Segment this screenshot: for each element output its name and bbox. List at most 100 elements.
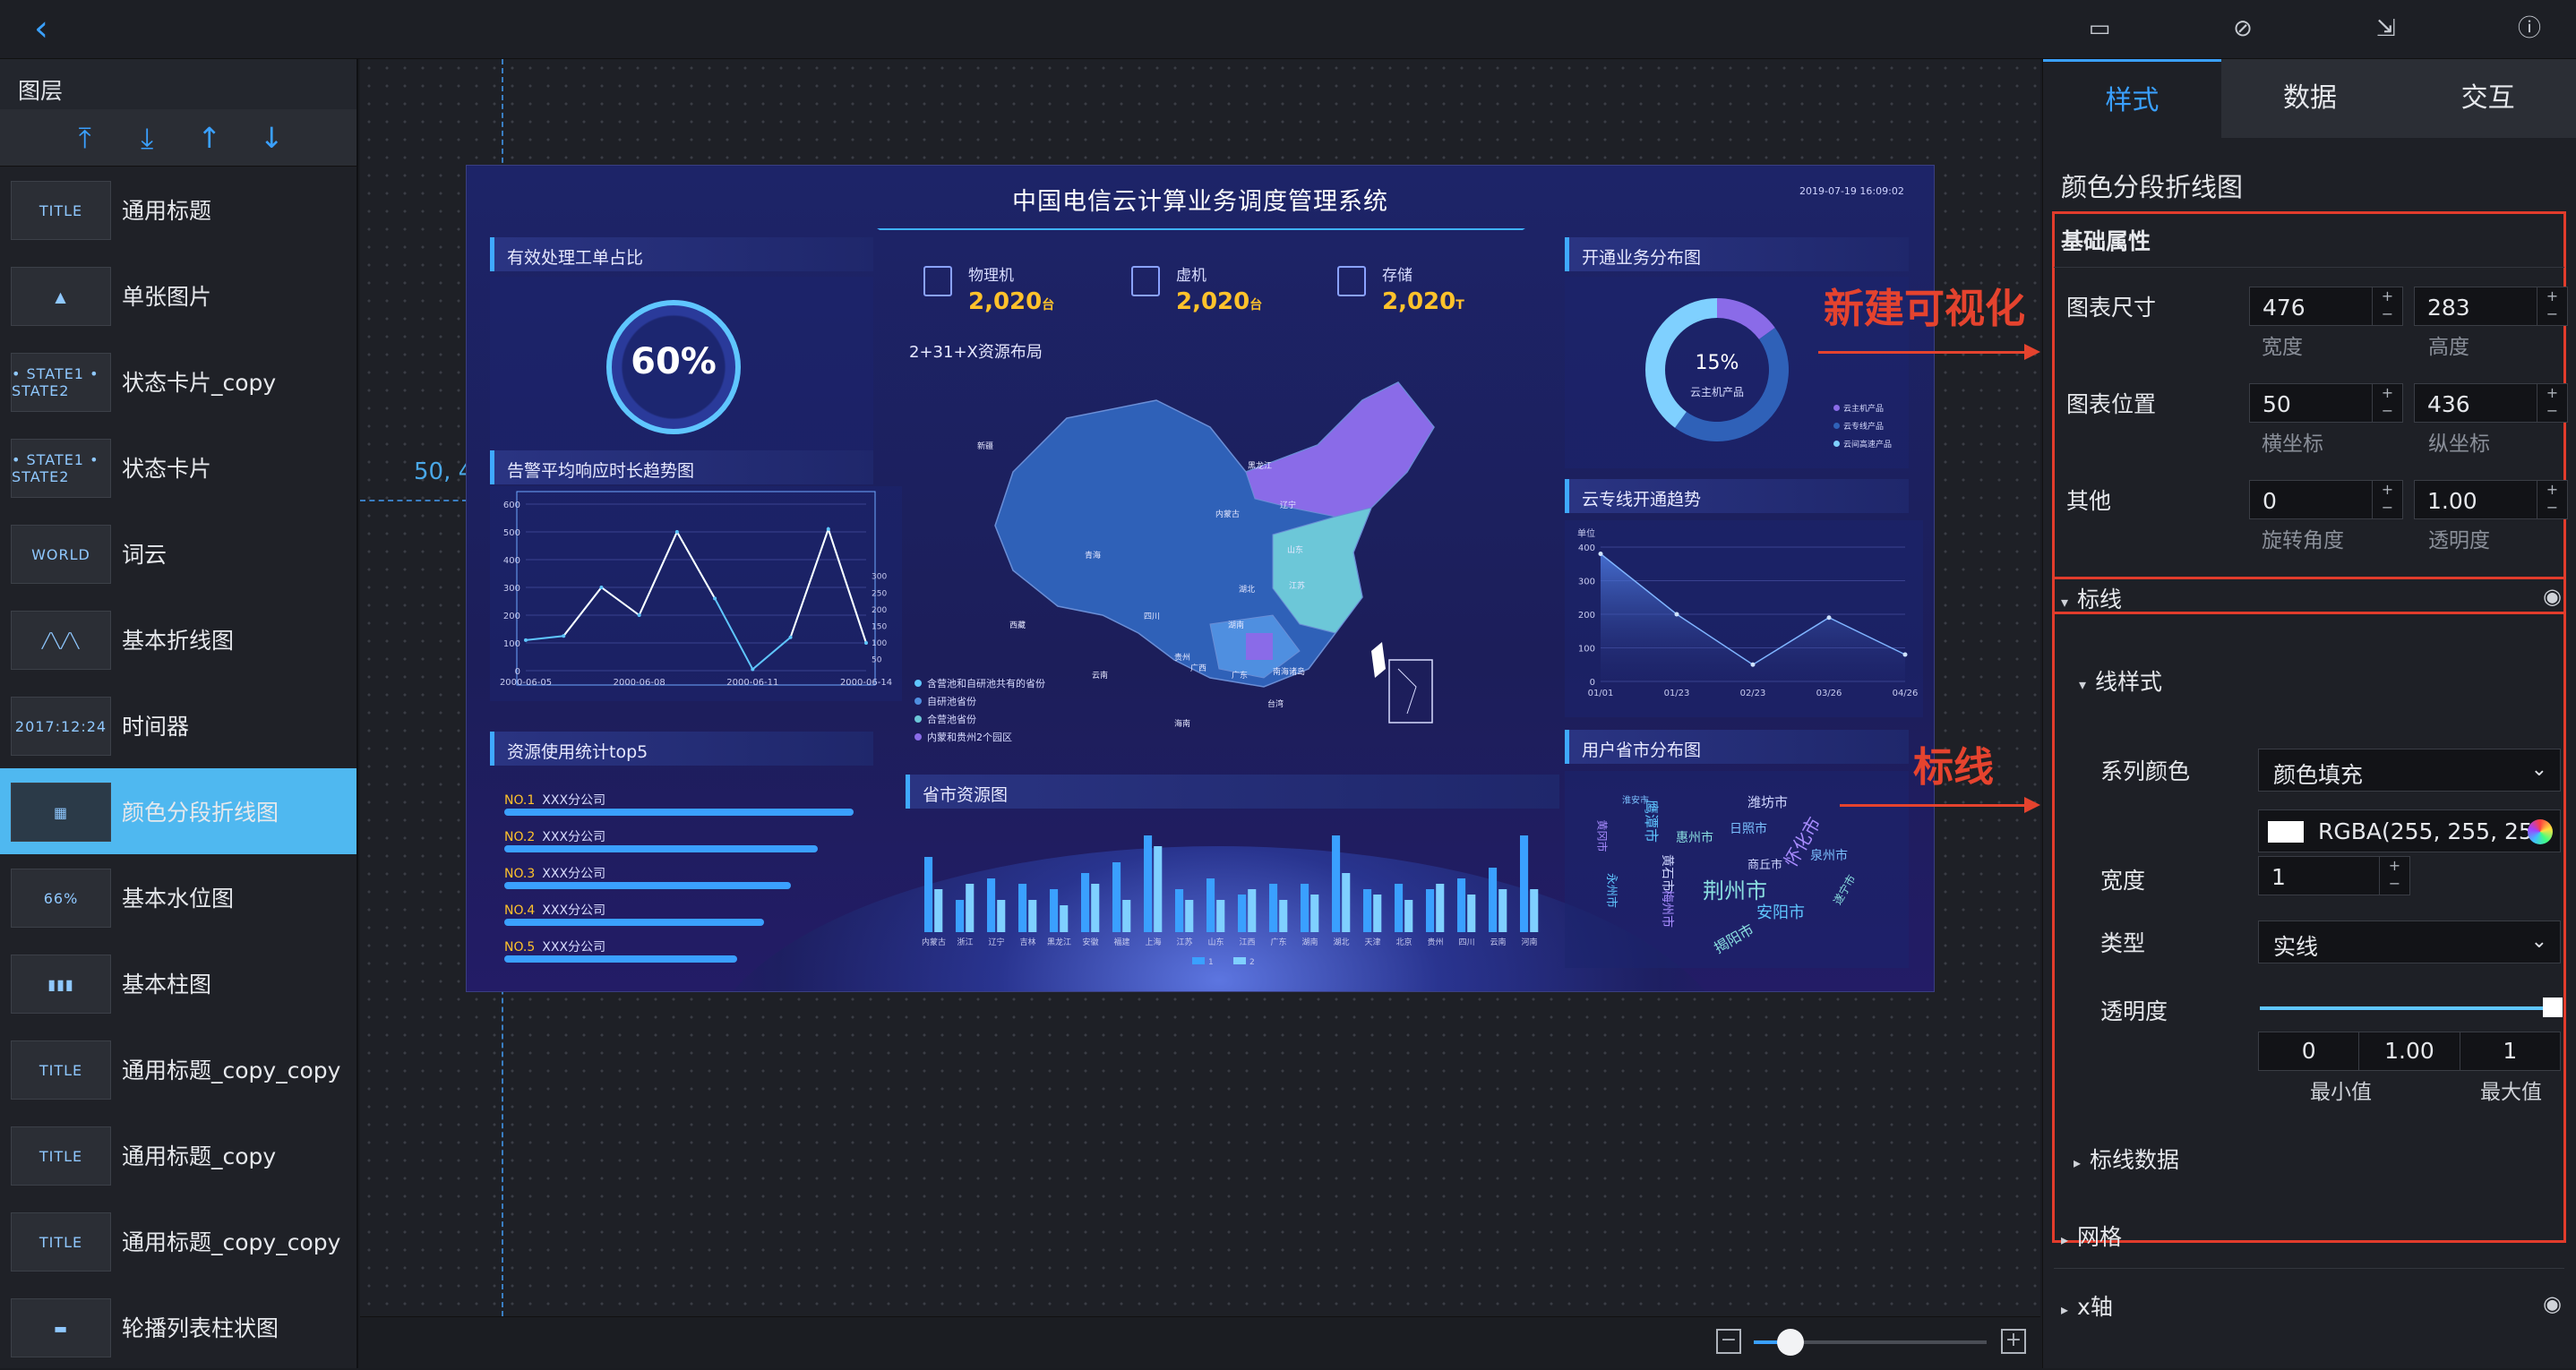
line-style-header[interactable]: ▾ 线样式 <box>2079 664 2162 697</box>
rotate-stepper[interactable]: + − <box>2372 481 2402 518</box>
layer-name: 状态卡片_copy <box>122 370 277 396</box>
layer-name: 基本折线图 <box>122 628 235 654</box>
tab-style[interactable]: 样式 <box>2043 59 2221 138</box>
china-map[interactable] <box>977 364 1443 741</box>
alert-line-chart[interactable]: 600 500 400 300 200 100 0 300 250 200 150 100 50 2000… <box>490 486 902 701</box>
color-picker-field[interactable]: RGBA(255, 255, 25 <box>2258 809 2561 852</box>
x-tick-label: 江西 <box>1239 938 1255 947</box>
rotate-input[interactable]: 0 + − <box>2249 480 2403 519</box>
rank-number: NO.2 <box>504 830 536 844</box>
divider <box>2054 1268 2564 1269</box>
donut-legend-item: 云专线产品 <box>1833 420 1884 432</box>
zoom-out-button[interactable]: − <box>1716 1329 1741 1354</box>
x-value: 50 <box>2263 391 2291 417</box>
y-input[interactable]: 436 + − <box>2414 383 2568 423</box>
layer-item[interactable]: ▲ 单张图片 <box>0 253 356 338</box>
line-point <box>562 634 566 638</box>
layer-thumbnail: ▬ <box>11 1298 111 1357</box>
opacity-stepper[interactable]: + − <box>2537 481 2567 518</box>
line-type-select[interactable]: 实线 ⌄ <box>2258 920 2561 963</box>
layer-item[interactable]: TITLE 通用标题_copy_copy <box>0 1026 356 1112</box>
width-stepper[interactable]: + − <box>2372 287 2402 325</box>
layer-item[interactable]: • STATE1 • STATE2 状态卡片_copy <box>0 338 356 424</box>
layer-item[interactable]: ▦ 颜色分段折线图 <box>0 768 356 854</box>
width-input[interactable]: 476 + − <box>2249 287 2403 326</box>
x-sub: 横坐标 <box>2262 432 2323 456</box>
line-width-stepper[interactable]: + − <box>2379 857 2409 895</box>
opacity-slider-handle[interactable] <box>2543 998 2563 1017</box>
legend-text: 含营池和自研池共有的省份 <box>927 678 1045 689</box>
move-bottom-icon[interactable]: ⤓ <box>129 120 165 156</box>
x-tick-label: 河南 <box>1521 937 1537 947</box>
x-tick-label: 2000-06-11 <box>726 678 778 688</box>
eye-icon[interactable]: ◉ <box>2543 584 2562 609</box>
map-province-label: 南海诸岛 <box>1273 668 1306 677</box>
grid-section-header[interactable]: ▸ 网格 <box>2061 1220 2122 1252</box>
chevron-left-icon[interactable]: ‹ <box>34 11 48 47</box>
opacity-min-value[interactable]: 0 <box>2259 1032 2360 1070</box>
info-icon[interactable]: ⓘ <box>2513 13 2546 45</box>
opacity-value: 1.00 <box>2427 488 2477 514</box>
top5-bar <box>504 809 854 816</box>
link-icon[interactable]: ⊘ <box>2227 13 2259 45</box>
line-style-title: 线样式 <box>2095 669 2163 695</box>
x-tick-label: 2000-06-05 <box>500 678 552 688</box>
eye-icon[interactable]: ◉ <box>2543 1291 2562 1316</box>
caret-right-icon: ▸ <box>2061 1231 2069 1248</box>
legend-text: 云专线产品 <box>1843 423 1885 432</box>
layer-panel-title: 图层 <box>0 59 356 109</box>
marker-section-title: 标线 <box>2077 587 2123 612</box>
layer-item[interactable]: • STATE1 • STATE2 状态卡片 <box>0 424 356 510</box>
map-province-label: 湖南 <box>1228 621 1245 630</box>
height-stepper[interactable]: + − <box>2537 287 2567 325</box>
bar-series-2 <box>1185 900 1194 932</box>
bar-series-2 <box>1530 889 1539 932</box>
move-top-icon[interactable]: ⤒ <box>67 120 103 156</box>
layer-item[interactable]: TITLE 通用标题_copy <box>0 1112 356 1198</box>
y-stepper[interactable]: + − <box>2537 384 2567 422</box>
layer-thumbnail: TITLE <box>11 1040 111 1100</box>
layer-item[interactable]: ╱╲╱╲ 基本折线图 <box>0 596 356 682</box>
stat-card: 虚机 2,020台 <box>1131 262 1262 315</box>
tab-interaction[interactable]: 交互 <box>2399 59 2576 138</box>
layer-item[interactable]: WORLD 词云 <box>0 510 356 596</box>
layer-item[interactable]: ▮▮▮ 基本柱图 <box>0 940 356 1026</box>
bar-series-1 <box>1238 895 1247 932</box>
layer-item[interactable]: ▬ 轮播列表柱状图 <box>0 1284 356 1370</box>
map-legend-item: 合营池省份 <box>914 712 976 726</box>
x-stepper[interactable]: + − <box>2372 384 2402 422</box>
layer-item[interactable]: TITLE 通用标题 <box>0 167 356 253</box>
province-bar-chart[interactable]: 内蒙古 浙江 辽宁 吉林 黑龙江 安徽 福建 上海 江苏 山东 江西 广东 湖南 湖北 天津 北京 贵州 四川 云南… <box>906 816 1568 977</box>
x-input[interactable]: 50 + − <box>2249 383 2403 423</box>
line-width-input[interactable]: 1 + − <box>2258 856 2410 895</box>
color-wheel-icon[interactable] <box>2528 819 2553 844</box>
opacity-input[interactable]: 1.00 + − <box>2414 480 2568 519</box>
divider <box>2054 267 2564 268</box>
series-color-select[interactable]: 颜色填充 ⌄ <box>2258 749 2561 792</box>
panel-title-province: 省市资源图 <box>906 775 1559 809</box>
opacity-max-value[interactable]: 1 <box>2460 1032 2560 1070</box>
layer-name: 词云 <box>122 542 167 568</box>
zoom-in-button[interactable]: + <box>2001 1329 2026 1354</box>
layer-item[interactable]: 2017:12:24 时间器 <box>0 682 356 768</box>
opacity-slider-track[interactable] <box>2260 1006 2554 1010</box>
bar-series-1 <box>1426 889 1435 932</box>
zoom-slider-knob[interactable] <box>1777 1329 1804 1356</box>
move-down-icon[interactable]: ↓ <box>253 120 289 156</box>
export-icon[interactable]: ⇲ <box>2370 13 2402 45</box>
trend-area-chart[interactable]: 单位 400 300 200 100 001/01 01/23 02/23 03/26 04/26 <box>1565 520 1923 717</box>
move-up-icon[interactable]: ↑ <box>192 120 228 156</box>
layer-item[interactable]: TITLE 通用标题_copy_copy <box>0 1198 356 1284</box>
x-tick-label: 辽宁 <box>988 937 1004 947</box>
marker-section-header[interactable]: ▾ 标线 <box>2061 582 2122 614</box>
bar-series-1 <box>1175 889 1184 932</box>
marker-data-header[interactable]: ▸ 标线数据 <box>2074 1143 2179 1175</box>
size-label: 图表尺寸 <box>2066 295 2157 321</box>
opacity-current-value[interactable]: 1.00 <box>2359 1032 2460 1070</box>
layer-item[interactable]: 66% 基本水位图 <box>0 854 356 940</box>
xaxis-section-header[interactable]: ▸ x轴 <box>2061 1289 2113 1322</box>
monitor-icon[interactable]: ▭ <box>2083 13 2116 45</box>
height-input[interactable]: 283 + − <box>2414 287 2568 326</box>
dashboard-preview[interactable]: 中国电信云计算业务调度管理系统 2019-07-19 16:09:02 有效处理… <box>466 165 1935 992</box>
tab-data[interactable]: 数据 <box>2221 59 2400 138</box>
